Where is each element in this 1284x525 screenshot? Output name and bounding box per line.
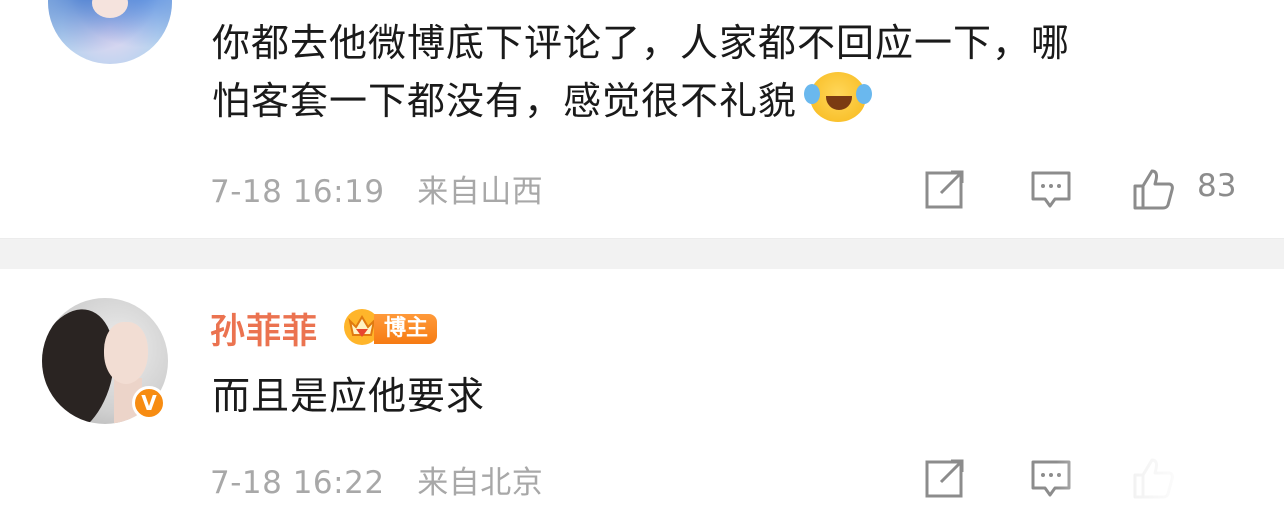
comment-location: 来自山西 [417, 174, 544, 210]
comment-time: 7-18 16:22 [210, 465, 385, 501]
comment-text: 而且是应他要求 [212, 374, 486, 418]
like-icon[interactable] [1132, 168, 1174, 210]
comment-item: 你都去他微博底下评论了，人家都不回应一下，哪 怕客套一下都没有，感觉很不礼貌 7… [0, 0, 1284, 238]
comment-text: 你都去他微博底下评论了，人家都不回应一下，哪 怕客套一下都没有，感觉很不礼貌 [212, 14, 1212, 130]
comment-location: 来自北京 [417, 465, 544, 501]
verified-badge: V [132, 386, 166, 420]
avatar[interactable] [48, 0, 172, 64]
comment-item: V 孙菲菲 博主 而且是应他要求 7-18 16:22 来自北京 [0, 269, 1284, 525]
comment-icon[interactable] [1030, 168, 1072, 210]
laugh-cry-icon [804, 72, 873, 122]
comment-meta: 7-18 16:22 来自北京 [210, 457, 543, 502]
comment-text-line: 怕客套一下都没有，感觉很不礼貌 [212, 72, 1212, 130]
watermark-fade [1056, 447, 1284, 525]
like-count: 83 [1197, 168, 1237, 204]
share-icon[interactable] [924, 168, 966, 210]
username[interactable]: 孙菲菲 [210, 303, 318, 354]
blogger-badge: 博主 [374, 314, 438, 344]
share-icon[interactable] [924, 457, 966, 499]
comment-text-line: 你都去他微博底下评论了，人家都不回应一下，哪 [212, 21, 1071, 65]
comment-divider [0, 238, 1284, 270]
comment-meta: 7-18 16:19 来自山西 [210, 166, 543, 211]
avatar-face [104, 322, 148, 384]
comment-time: 7-18 16:19 [210, 174, 385, 210]
